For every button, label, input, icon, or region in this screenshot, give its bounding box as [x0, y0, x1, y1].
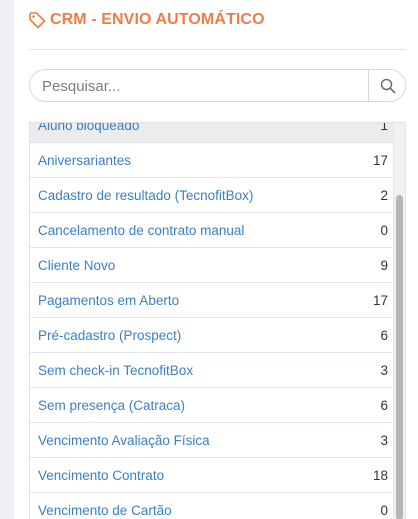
list-item[interactable]: Vencimento de Cartão 0 [30, 493, 394, 519]
list-item-label: Pré-cadastro (Prospect) [38, 327, 182, 343]
list-item[interactable]: Pagamentos em Aberto 17 [30, 283, 394, 318]
list-item[interactable]: Cadastro de resultado (TecnofitBox) 2 [30, 178, 394, 213]
list-item-label: Pagamentos em Aberto [38, 292, 180, 308]
search-box [29, 69, 406, 102]
list-item-label: Vencimento Avaliação Física [38, 432, 210, 448]
search-button[interactable] [369, 70, 406, 101]
list-item[interactable]: Aniversariantes 17 [30, 143, 394, 178]
scrollbar[interactable] [393, 123, 405, 519]
list-item[interactable]: Cancelamento de contrato manual 0 [30, 213, 394, 248]
list-item[interactable]: Cliente Novo 9 [30, 248, 394, 283]
list-item[interactable]: Pré-cadastro (Prospect) 6 [30, 318, 394, 353]
list-item-count: 17 [372, 292, 388, 308]
list-item-count: 3 [380, 362, 388, 378]
list-item-count: 6 [380, 397, 388, 413]
list-item[interactable]: Sem check-in TecnofitBox 3 [30, 353, 394, 388]
search-icon [380, 78, 395, 93]
list-item[interactable]: Vencimento Contrato 18 [30, 458, 394, 493]
list-item-label: Cancelamento de contrato manual [38, 222, 245, 238]
search-input[interactable] [42, 76, 362, 96]
list-item-count: 17 [372, 152, 388, 168]
list-item-label: Sem presença (Catraca) [38, 397, 186, 413]
list-item-label: Sem check-in TecnofitBox [38, 362, 194, 378]
list-item[interactable]: Aluno bloqueado 1 [30, 122, 394, 143]
panel-header: CRM - ENVIO AUTOMÁTICO [28, 11, 265, 29]
list-item[interactable]: Sem presença (Catraca) 6 [30, 388, 394, 423]
page-title: CRM - ENVIO AUTOMÁTICO [50, 11, 265, 28]
header-divider [28, 49, 406, 50]
list-item-count: 18 [372, 467, 388, 483]
list-item-count: 6 [380, 327, 388, 343]
list-item-label: Vencimento de Cartão [38, 502, 172, 518]
list-item[interactable]: Vencimento Avaliação Física 3 [30, 423, 394, 458]
scrollbar-thumb[interactable] [396, 195, 403, 519]
list-item-count: 3 [380, 432, 388, 448]
tag-icon [29, 12, 46, 29]
list-item-count: 0 [380, 502, 388, 518]
list-item-label: Cadastro de resultado (TecnofitBox) [38, 187, 254, 203]
list-item-label: Aluno bloqueado [38, 122, 140, 133]
list-item-label: Vencimento Contrato [38, 467, 165, 483]
crm-panel: CRM - ENVIO AUTOMÁTICO Aluno bloqueado1A… [14, 0, 418, 519]
list-item-count: 0 [380, 222, 388, 238]
list-item-count: 2 [380, 187, 388, 203]
list-item-count: 1 [380, 122, 388, 133]
crm-list-items: Aluno bloqueado 1 Aniversariantes 17 Cadastr… [30, 122, 394, 519]
list-item-label: Aniversariantes [38, 152, 132, 168]
list-item-label: Cliente Novo [38, 257, 116, 273]
crm-list: Aluno bloqueado 1 Aniversariantes 17 Cadastr… [29, 122, 406, 519]
list-item-count: 9 [380, 257, 388, 273]
